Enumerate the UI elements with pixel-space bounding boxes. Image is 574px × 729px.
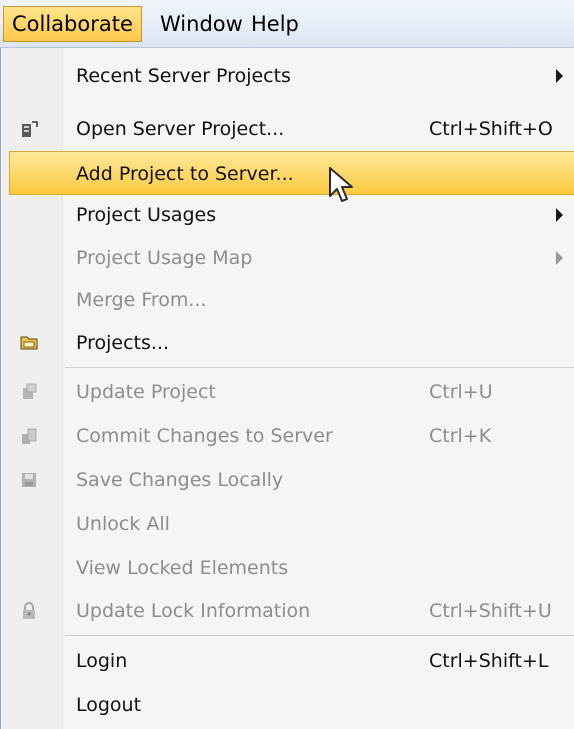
menu-item-shortcut: Ctrl+K xyxy=(429,425,492,447)
collaborate-dropdown-menu: Recent Server Projects Open Server Proje… xyxy=(0,48,574,729)
menu-item-label: Project Usage Map xyxy=(76,247,253,269)
menu-item-update-project[interactable]: Update Project Ctrl+U xyxy=(1,370,574,414)
menu-item-label: Project Usages xyxy=(76,204,217,226)
menu-item-label: Unlock All xyxy=(76,513,170,535)
menu-item-label: Open Server Project... xyxy=(76,118,285,140)
menu-item-label: Update Project xyxy=(76,381,216,403)
menu-item-label: Save Changes Locally xyxy=(76,469,284,491)
menu-item-login[interactable]: Login Ctrl+Shift+L xyxy=(1,639,574,683)
menu-collaborate[interactable]: Collaborate xyxy=(3,6,142,42)
menu-item-label: View Locked Elements xyxy=(76,557,289,579)
menu-item-view-locked-elements[interactable]: View Locked Elements xyxy=(1,546,574,590)
menu-item-update-lock-information[interactable]: Update Lock Information Ctrl+Shift+U xyxy=(1,589,574,633)
menu-item-logout[interactable]: Logout xyxy=(1,683,574,727)
menu-item-recent-server-projects[interactable]: Recent Server Projects xyxy=(1,54,574,98)
mouse-pointer-icon xyxy=(329,167,353,202)
lock-update-icon xyxy=(23,602,35,619)
menu-item-open-server-project[interactable]: Open Server Project... Ctrl+Shift+O xyxy=(1,107,574,151)
folder-projects-icon xyxy=(20,336,38,350)
menu-item-add-project-to-server[interactable]: Add Project to Server... xyxy=(9,151,574,195)
submenu-arrow-icon xyxy=(556,208,563,222)
menu-item-label: Merge From... xyxy=(76,289,207,311)
menu-item-project-usages[interactable]: Project Usages xyxy=(1,193,574,237)
menu-item-projects[interactable]: Projects... xyxy=(1,321,574,365)
menu-help[interactable]: Help xyxy=(243,6,307,42)
commit-icon xyxy=(22,428,37,444)
submenu-arrow-icon xyxy=(556,251,563,265)
menu-item-commit-changes[interactable]: Commit Changes to Server Ctrl+K xyxy=(1,414,574,458)
menu-item-merge-from[interactable]: Merge From... xyxy=(1,278,574,322)
menu-separator xyxy=(65,367,574,368)
menu-item-label: Logout xyxy=(76,694,142,716)
menu-window[interactable]: Window xyxy=(152,6,251,42)
menu-item-label: Commit Changes to Server xyxy=(76,425,333,447)
menu-item-label: Update Lock Information xyxy=(76,600,311,622)
menu-item-label: Recent Server Projects xyxy=(76,65,291,87)
menu-item-shortcut: Ctrl+U xyxy=(429,381,493,403)
menu-item-label: Add Project to Server... xyxy=(76,163,294,185)
menu-item-label: Projects... xyxy=(76,332,170,354)
save-icon xyxy=(22,473,36,487)
server-open-icon xyxy=(22,121,38,137)
menu-separator xyxy=(65,635,574,636)
update-project-icon xyxy=(23,383,37,399)
submenu-arrow-icon xyxy=(556,69,563,83)
menu-bar: Collaborate Window Help xyxy=(0,0,574,48)
menu-item-shortcut: Ctrl+Shift+U xyxy=(429,600,552,622)
menu-item-save-changes-locally[interactable]: Save Changes Locally xyxy=(1,458,574,502)
menu-item-shortcut: Ctrl+Shift+L xyxy=(429,650,549,672)
menu-item-label: Login xyxy=(76,650,128,672)
menu-item-shortcut: Ctrl+Shift+O xyxy=(429,118,553,140)
menu-item-unlock-all[interactable]: Unlock All xyxy=(1,502,574,546)
menu-item-project-usage-map[interactable]: Project Usage Map xyxy=(1,236,574,280)
